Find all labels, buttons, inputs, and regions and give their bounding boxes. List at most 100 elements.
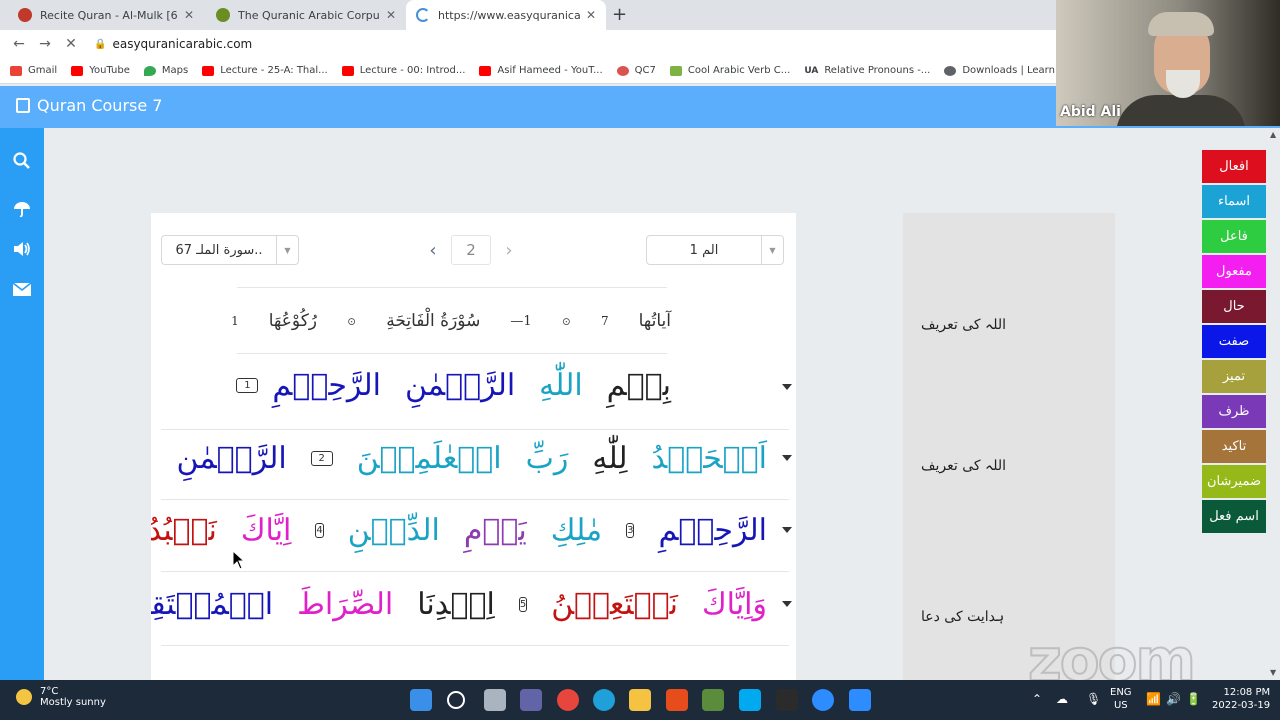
bookmark-youtube[interactable]: YouTube <box>71 65 130 76</box>
back-icon[interactable]: ← <box>6 36 32 52</box>
edge-icon[interactable] <box>593 689 615 711</box>
file-explorer-icon[interactable] <box>629 689 651 711</box>
verse-word[interactable]: رَبِّ <box>526 441 569 476</box>
maps-pin-icon <box>143 65 156 76</box>
bookmark-label: Cool Arabic Verb C... <box>687 65 791 76</box>
next-page-icon[interactable]: › <box>497 240 521 261</box>
divider <box>161 429 789 430</box>
app-title[interactable]: Quran Course 7 <box>16 96 162 115</box>
address-bar[interactable]: easyquranicarabic.com <box>112 37 252 51</box>
legend-item[interactable]: مفعول <box>1202 255 1266 288</box>
stop-loading-icon[interactable]: ✕ <box>58 36 84 52</box>
skype-icon[interactable] <box>739 689 761 711</box>
new-tab-icon[interactable]: + <box>612 4 627 25</box>
volume-icon[interactable] <box>0 234 44 264</box>
surah-select[interactable]: 67 سورة الملـ.. ▼ <box>161 235 299 265</box>
cloud-icon[interactable]: ☁ <box>1056 692 1068 706</box>
verse-word[interactable]: نَسۡتَعِيۡنُ <box>551 587 678 622</box>
zoom-app-icon[interactable] <box>812 689 834 711</box>
lock-icon[interactable]: 🔒 <box>94 39 106 50</box>
tab-easyquranicarabic[interactable]: https://www.easyquranicarabic.c ✕ <box>406 0 606 30</box>
close-tab-icon[interactable]: ✕ <box>386 8 396 22</box>
legend-item[interactable]: اسماء <box>1202 185 1266 218</box>
verse-word[interactable]: الۡمُسۡتَقِيۡمَ <box>151 587 273 622</box>
verse-word[interactable]: اَلۡحَمۡدُ <box>652 441 767 476</box>
para-select-value: 1 الم <box>689 242 719 258</box>
bookmark-lecture-00[interactable]: Lecture - 00: Introd... <box>341 65 465 76</box>
verse-word[interactable]: الصِّرَاطَ <box>297 587 393 622</box>
bookmark-arabic-verb[interactable]: Cool Arabic Verb C... <box>669 65 791 76</box>
battery-icon[interactable]: 🔋 <box>1186 692 1201 706</box>
verse-word[interactable]: يَوۡمِ <box>464 513 527 548</box>
microphone-icon[interactable]: 🎙 <box>1086 692 1101 706</box>
office-icon[interactable] <box>666 689 688 711</box>
verse-word[interactable]: الدِّيۡنِ <box>348 513 440 548</box>
forward-icon[interactable]: → <box>32 36 58 52</box>
qc7-icon <box>616 65 629 76</box>
verse-word[interactable]: الۡعٰلَمِيۡنَ <box>357 441 502 476</box>
verse-word[interactable]: بِسۡمِ <box>607 368 671 403</box>
search-icon[interactable] <box>0 146 44 176</box>
legend-item[interactable]: ضمیرشان <box>1202 465 1266 498</box>
tab-quranic-corpus[interactable]: The Quranic Arabic Corpus - Wor ✕ <box>206 0 406 30</box>
bookmark-downloads[interactable]: Downloads | Learn... <box>944 65 1065 76</box>
verse-word[interactable]: الرَّحۡمٰنِ <box>405 368 515 403</box>
verse-word[interactable]: الرَّحۡمٰنِ <box>176 441 286 476</box>
book-icon <box>16 98 30 113</box>
expand-caret-icon[interactable] <box>782 384 792 390</box>
speaker-icon[interactable]: 🔊 <box>1166 692 1181 706</box>
bookmark-asif-hameed[interactable]: Asif Hameed - YouT... <box>479 65 603 76</box>
task-view-icon[interactable] <box>484 689 506 711</box>
para-select[interactable]: 1 الم ▼ <box>646 235 784 265</box>
close-tab-icon[interactable]: ✕ <box>586 8 596 22</box>
verse-word[interactable]: الرَّحِيۡمِ <box>272 368 381 403</box>
previous-page-icon[interactable]: ‹ <box>421 240 445 261</box>
legend-item[interactable]: تمیز <box>1202 360 1266 393</box>
verse-word[interactable]: نَعۡبُدُ <box>151 513 217 548</box>
legend-item[interactable]: ظرف <box>1202 395 1266 428</box>
umbrella-icon[interactable] <box>0 194 44 224</box>
chrome-icon[interactable] <box>557 689 579 711</box>
verse-word[interactable]: وَاِيَّاكَ <box>702 587 767 622</box>
expand-caret-icon[interactable] <box>782 455 792 461</box>
legend-item[interactable]: افعال <box>1202 150 1266 183</box>
bookmark-qc7[interactable]: QC7 <box>616 65 656 76</box>
legend-item[interactable]: صفت <box>1202 325 1266 358</box>
left-sidebar <box>0 128 44 680</box>
language-indicator[interactable]: ENG US <box>1110 686 1132 712</box>
verse-word[interactable]: اِيَّاكَ <box>241 513 292 548</box>
divider <box>161 499 789 500</box>
acrobat-icon[interactable] <box>776 689 798 711</box>
verse-word[interactable]: الرَّحِيۡمِ <box>658 513 767 548</box>
bookmark-maps[interactable]: Maps <box>143 65 188 76</box>
legend-item[interactable]: اسم فعل <box>1202 500 1266 533</box>
bookmark-lecture-25a[interactable]: Lecture - 25-A: Thal... <box>202 65 328 76</box>
teams-chat-icon[interactable] <box>520 689 542 711</box>
legend-item[interactable]: فاعل <box>1202 220 1266 253</box>
participant-video: Abid Ali <box>1056 0 1280 126</box>
close-tab-icon[interactable]: ✕ <box>184 8 194 22</box>
tab-recite-quran[interactable]: Recite Quran - Al-Mulk [67:1] ✕ <box>8 0 204 30</box>
legend-item[interactable]: حال <box>1202 290 1266 323</box>
windows-start-icon[interactable] <box>410 689 432 711</box>
clock[interactable]: 12:08 PM 2022-03-19 <box>1212 686 1270 712</box>
bookmark-relative-pronouns[interactable]: UA Relative Pronouns -... <box>804 65 930 76</box>
mail-icon[interactable] <box>0 274 44 304</box>
bookmark-gmail[interactable]: Gmail <box>10 65 57 76</box>
legend-item[interactable]: تاکید <box>1202 430 1266 463</box>
chevron-up-icon[interactable]: ⌃ <box>1032 692 1042 706</box>
page-number[interactable]: 2 <box>451 235 491 265</box>
wifi-icon[interactable]: 📶 <box>1146 692 1161 706</box>
verse-word[interactable]: اللّٰهِ <box>539 368 583 403</box>
expand-caret-icon[interactable] <box>782 601 792 607</box>
verse-word[interactable]: لِلّٰهِ <box>592 441 627 476</box>
scroll-down-arrow-icon[interactable]: ▼ <box>1270 668 1276 677</box>
scroll-up-arrow-icon[interactable]: ▲ <box>1270 130 1276 139</box>
verse-word[interactable]: مٰلِكِ <box>551 513 602 548</box>
search-icon[interactable] <box>447 691 465 709</box>
expand-caret-icon[interactable] <box>782 527 792 533</box>
zoom-meeting-icon[interactable] <box>849 689 871 711</box>
minecraft-icon[interactable] <box>702 689 724 711</box>
weather-widget[interactable]: 7°C Mostly sunny <box>16 686 106 708</box>
verse-word[interactable]: اِهۡدِنَا <box>417 587 495 622</box>
